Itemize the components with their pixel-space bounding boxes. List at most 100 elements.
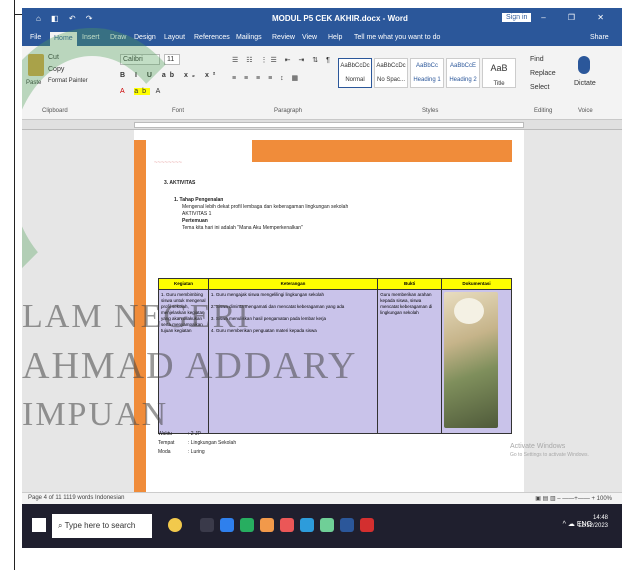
tab-layout[interactable]: Layout xyxy=(164,34,185,41)
style-preview: AaBbCc xyxy=(415,63,438,69)
format-painter-button[interactable]: Format Painter xyxy=(48,78,88,84)
title-bar: ⌂ ◧ ↶ ↷ MODUL P5 CEK AKHIR.docx - Word S… xyxy=(22,8,622,30)
file-explorer-icon[interactable] xyxy=(260,518,274,532)
table-header-row: Kegiatan Keterangan Bukti Dokumentasi xyxy=(158,278,512,290)
table-cell-documentation xyxy=(441,289,512,434)
style-name: Heading 2 xyxy=(449,77,477,83)
style-preview: AaBbCcDc xyxy=(376,63,406,69)
windows-start-icon[interactable] xyxy=(32,518,46,532)
task-view-icon[interactable] xyxy=(200,518,214,532)
word-icon[interactable] xyxy=(340,518,354,532)
style-preview: AaBbCcE xyxy=(449,63,476,69)
table-header: Dokumentasi xyxy=(441,278,512,290)
paste-button[interactable]: Paste xyxy=(26,80,41,86)
alignment-buttons[interactable]: ≡ ≡ ≡ ≡ ↕ ▦ xyxy=(232,74,301,82)
activate-windows-notice: Activate Windows Go to Settings to activ… xyxy=(510,442,589,460)
share-button[interactable]: Share xyxy=(590,34,609,41)
item-line: Mengenal lebih dekat profil lembaga dan … xyxy=(182,204,349,210)
select-button[interactable]: Select xyxy=(530,84,549,91)
zoom-controls[interactable]: ▣ ▤ ▥ – ——+—— + 100% xyxy=(535,495,612,502)
styles-label: Styles xyxy=(422,108,439,114)
item-line: Pertemuan xyxy=(182,218,208,224)
ribbon-tabs: File Home Insert Draw Design Layout Refe… xyxy=(22,30,622,46)
tell-me-search[interactable]: Tell me what you want to do xyxy=(354,34,440,41)
style-title[interactable]: AaB Title xyxy=(482,58,516,88)
table-header: Keterangan xyxy=(207,278,379,290)
document-title: MODUL P5 CEK AKHIR.docx - Word xyxy=(272,14,408,23)
tab-help[interactable]: Help xyxy=(328,34,342,41)
photos-icon[interactable] xyxy=(320,518,334,532)
meta-key: Tempat xyxy=(158,440,175,446)
pdf-reader-icon[interactable] xyxy=(360,518,374,532)
paste-icon[interactable] xyxy=(28,54,44,76)
voice-label: Voice xyxy=(578,108,593,114)
style-name: No Spac... xyxy=(376,77,405,83)
search-placeholder: Type here to search xyxy=(64,521,136,530)
font-size-select[interactable]: 11 xyxy=(164,54,180,65)
find-button[interactable]: Find xyxy=(530,56,544,63)
tab-mailings[interactable]: Mailings xyxy=(236,34,262,41)
font-label: Font xyxy=(172,108,185,114)
ruler[interactable] xyxy=(22,120,622,130)
clock-time: 14:48 xyxy=(592,515,608,521)
chrome-icon[interactable] xyxy=(280,518,294,532)
tab-home[interactable]: Home xyxy=(50,32,77,46)
mail-icon[interactable] xyxy=(300,518,314,532)
decorative-script: ~~~~~~~~ xyxy=(154,160,183,166)
clipboard-label: Clipboard xyxy=(42,108,68,114)
document-body: 3. AKTIVITAS 1. Tahap Pengenalan Mengena… xyxy=(164,180,514,232)
tab-review[interactable]: Review xyxy=(272,34,295,41)
activate-title: Activate Windows xyxy=(510,443,566,450)
meta-value: Lingkungan Sekolah xyxy=(190,440,237,446)
cut-button[interactable]: Cut xyxy=(48,54,59,61)
tab-draw[interactable]: Draw xyxy=(110,34,126,41)
font-color-buttons[interactable]: A ab A xyxy=(120,88,164,95)
documentation-photo xyxy=(444,292,499,428)
ribbon-home: Paste Cut Copy Format Painter Clipboard … xyxy=(22,46,622,120)
watermark-line: LAM NEGERI xyxy=(22,298,251,335)
style-no-spacing[interactable]: AaBbCcDc No Spac... xyxy=(374,58,408,88)
item-line: Tema kita hari ini adalah "Mana Aku Memp… xyxy=(182,225,303,231)
replace-button[interactable]: Replace xyxy=(530,70,556,77)
style-heading-1[interactable]: AaBbCc Heading 1 xyxy=(410,58,444,88)
edge-icon[interactable] xyxy=(220,518,234,532)
style-normal[interactable]: AaBbCcDc Normal xyxy=(338,58,372,88)
tab-file[interactable]: File xyxy=(30,34,41,41)
editing-label: Editing xyxy=(534,108,553,114)
clock-date: 12/12/2023 xyxy=(577,523,608,529)
tab-design[interactable]: Design xyxy=(134,34,156,41)
list-buttons[interactable]: ☰ ☷ ⋮☰ ⇤ ⇥ ⇅ ¶ xyxy=(232,56,333,64)
copy-button[interactable]: Copy xyxy=(48,66,64,73)
style-name: Normal xyxy=(345,77,365,83)
cortana-icon[interactable] xyxy=(168,518,182,532)
tab-view[interactable]: View xyxy=(302,34,317,41)
ruler-track xyxy=(134,122,524,128)
table-header: Kegiatan xyxy=(158,278,209,290)
item-line: AKTIVITAS 1 xyxy=(182,211,212,217)
dictate-button[interactable]: Dictate xyxy=(574,80,596,87)
section-heading: 3. AKTIVITAS xyxy=(164,180,196,186)
table-header: Bukti xyxy=(377,278,443,290)
quick-access-toolbar[interactable]: ⌂ ◧ ↶ ↷ xyxy=(36,14,96,23)
microphone-icon[interactable] xyxy=(578,56,590,74)
font-format-buttons[interactable]: B I U ab x₂ x² xyxy=(120,72,219,79)
store-icon[interactable] xyxy=(240,518,254,532)
orange-header-bar xyxy=(252,140,512,162)
window-controls[interactable]: ▭ – ❐ ✕ xyxy=(511,13,614,22)
taskbar-search[interactable]: ⌕ Type here to search xyxy=(52,514,152,538)
paragraph-label: Paragraph xyxy=(274,108,303,114)
font-name-select[interactable]: Calibri xyxy=(120,54,160,65)
watermark-line: AHMAD ADDARY xyxy=(22,345,358,387)
status-bar: Page 4 of 11 1119 words Indonesian ▣ ▤ ▥… xyxy=(22,492,622,504)
word-screenshot: ⌂ ◧ ↶ ↷ MODUL P5 CEK AKHIR.docx - Word S… xyxy=(22,8,622,548)
style-preview: AaBbCcDc xyxy=(340,63,370,69)
tab-references[interactable]: References xyxy=(194,34,230,41)
meta-value: 2 JP xyxy=(190,431,201,437)
taskbar-clock[interactable]: 14:48 12/12/2023 xyxy=(578,514,608,530)
tab-insert[interactable]: Insert xyxy=(82,34,100,41)
status-left: Page 4 of 11 1119 words Indonesian xyxy=(28,495,125,501)
style-heading-2[interactable]: AaBbCcE Heading 2 xyxy=(446,58,480,88)
style-name: Heading 1 xyxy=(413,77,441,83)
item-heading: 1. Tahap Pengenalan xyxy=(174,197,224,203)
style-preview: AaB xyxy=(490,63,508,73)
